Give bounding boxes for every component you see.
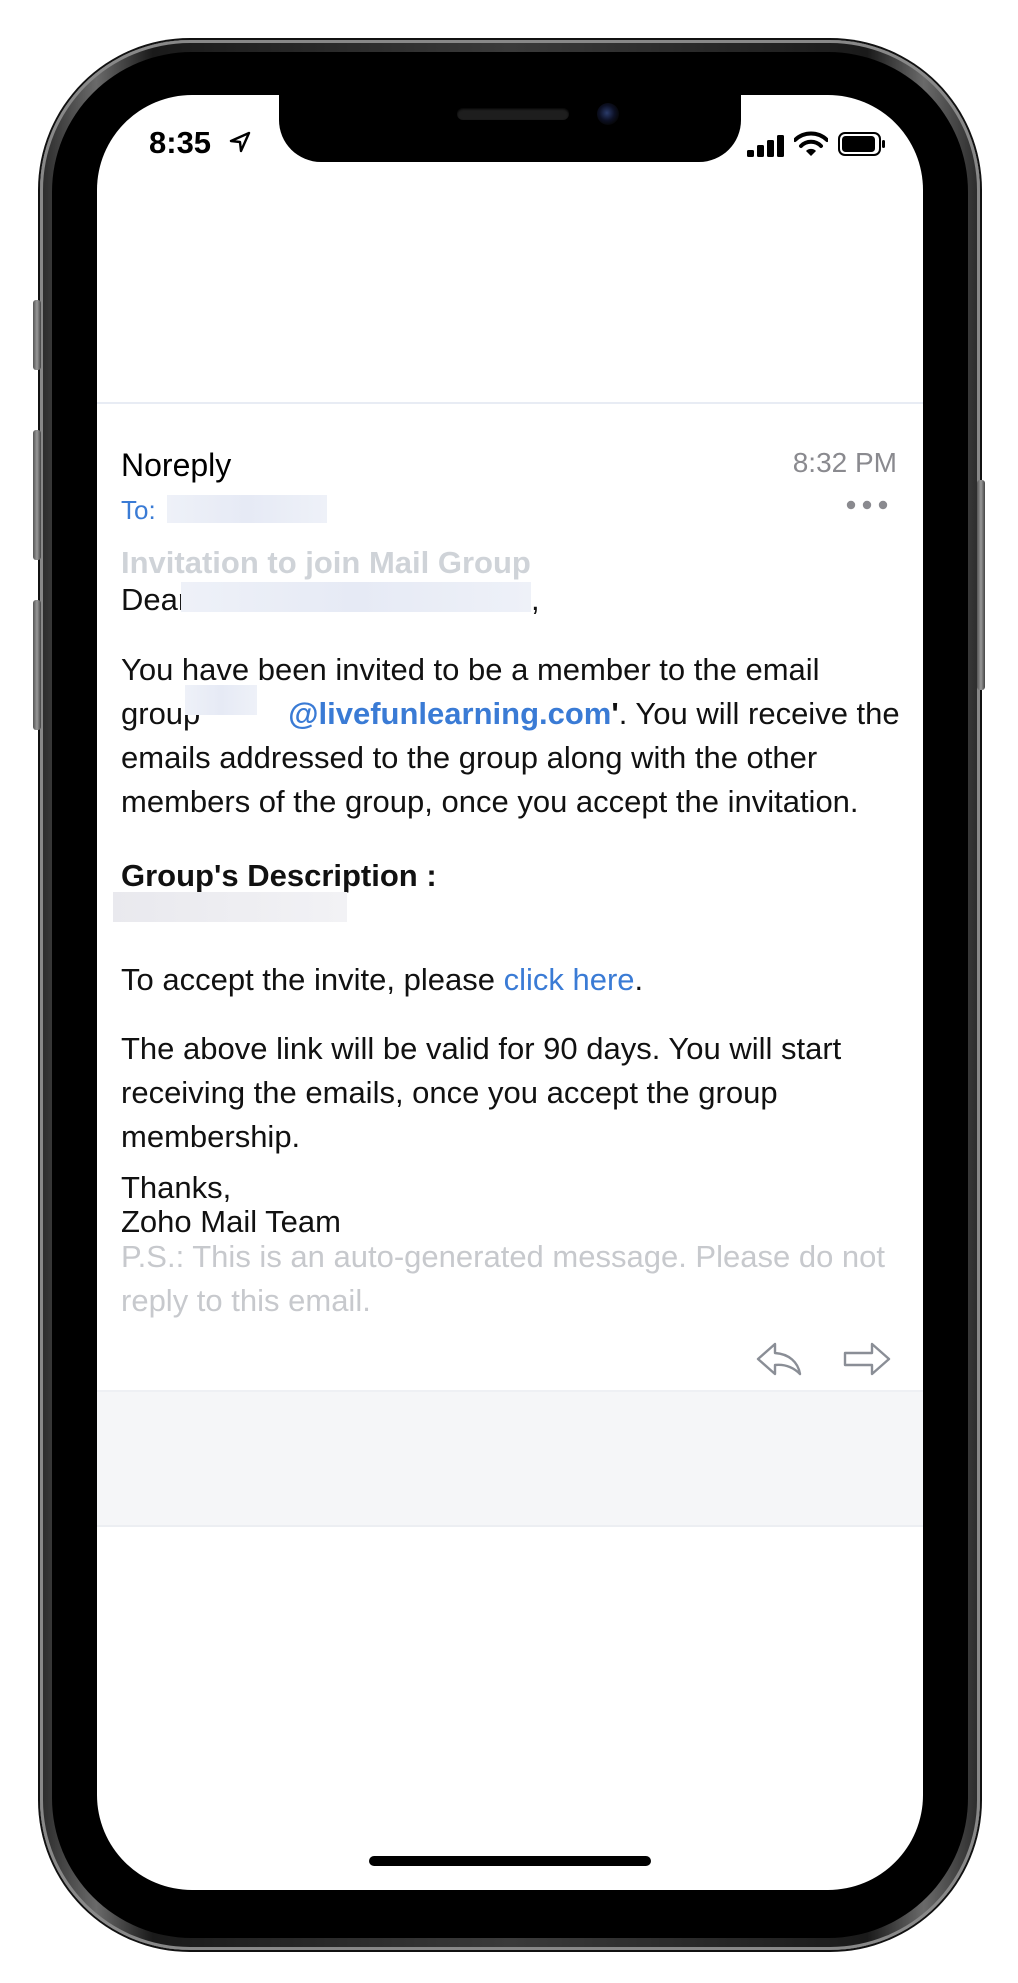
signal-icon (747, 135, 784, 157)
reply-icon[interactable] (755, 1340, 803, 1378)
recipient-redacted (167, 495, 327, 523)
description-redacted (113, 892, 347, 922)
status-time: 8:35 (149, 125, 212, 160)
mute-switch (33, 300, 41, 370)
battery-icon (838, 132, 885, 156)
header-divider (97, 402, 923, 404)
para1-quote-close: ' (611, 696, 619, 731)
invite-paragraph: You have been invited to be a member to … (121, 648, 901, 824)
speaker (457, 108, 569, 120)
greeting-comma-text: , (531, 582, 540, 617)
power-button (977, 480, 985, 690)
group-name-redacted (185, 685, 257, 715)
location-arrow-icon (229, 131, 251, 153)
notch (279, 95, 741, 162)
accept-end: . (634, 962, 644, 997)
accept-text: To accept the invite, please (121, 962, 495, 997)
volume-down-button (33, 600, 41, 730)
greeting-text: Dear (121, 582, 189, 617)
message-time: 8:32 PM (792, 447, 897, 478)
toolbar-divider (97, 1525, 923, 1527)
click-here-link[interactable]: click here (504, 962, 635, 997)
wifi-icon (794, 131, 828, 156)
home-indicator[interactable] (369, 1856, 651, 1866)
screen: 8:35 Noreply 8:32 PM To: Invitation to j… (97, 95, 923, 1890)
more-icon[interactable] (845, 499, 889, 511)
toolbar-area (97, 1392, 923, 1525)
subject: Invitation to join Mail Group (121, 545, 531, 580)
sender-name[interactable]: Noreply (121, 447, 231, 484)
volume-up-button (33, 430, 41, 560)
recipient-name-redacted (181, 582, 531, 612)
greeting-comma: , (531, 578, 561, 622)
ps-note: P.S.: This is an auto-generated message.… (121, 1239, 886, 1318)
group-domain-link[interactable]: @livefunlearning.com (288, 696, 611, 731)
to-label[interactable]: To: (121, 495, 156, 526)
forward-icon[interactable] (842, 1340, 892, 1378)
validity-paragraph: The above link will be valid for 90 days… (121, 1031, 842, 1154)
front-camera (597, 103, 619, 125)
accept-line: To accept the invite, please click here. (121, 958, 901, 1002)
